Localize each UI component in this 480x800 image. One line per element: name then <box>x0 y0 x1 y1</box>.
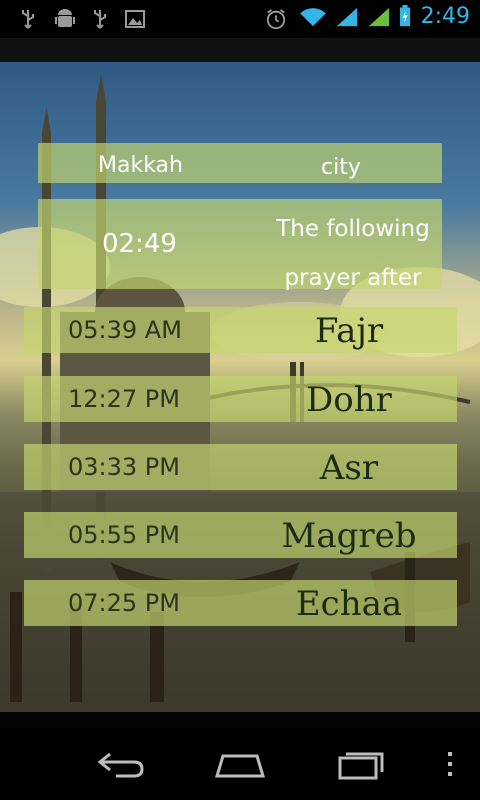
prayer-row-echaa: 07:25 PM Echaa <box>24 580 457 626</box>
prayer-times-screen: 2:49 Makkah city 02:49 The following pra… <box>0 0 480 800</box>
home-icon[interactable] <box>213 748 267 780</box>
prayer-time: 05:39 AM <box>68 316 182 344</box>
prayer-time: 12:27 PM <box>68 385 180 413</box>
signal-icon <box>368 7 390 27</box>
prayer-row-fajr: 05:39 AM Fajr <box>24 307 457 353</box>
usb-icon <box>22 10 34 29</box>
title-strip <box>0 38 480 62</box>
prayer-time: 07:25 PM <box>68 589 180 617</box>
prayer-row-magreb: 05:55 PM Magreb <box>24 512 457 558</box>
status-clock: 2:49 <box>420 4 470 29</box>
prayer-time: 05:55 PM <box>68 521 180 549</box>
alarm-icon <box>266 9 286 30</box>
image-icon <box>125 10 145 28</box>
menu-icon[interactable] <box>444 748 456 780</box>
prayer-row-dohr: 12:27 PM Dohr <box>24 376 457 422</box>
prayer-time: 03:33 PM <box>68 453 180 481</box>
prayer-name: Magreb <box>281 516 417 556</box>
usb-icon <box>94 10 106 29</box>
battery-icon <box>399 5 411 27</box>
prayer-name: Fajr <box>314 311 384 351</box>
prayer-name: Echaa <box>295 584 403 624</box>
navigation-bar <box>0 728 480 800</box>
android-debug-icon <box>55 9 75 27</box>
signal-icon <box>336 7 358 27</box>
next-prayer-label: The following prayer after <box>276 216 430 291</box>
next-prayer-countdown: 02:49 <box>102 229 177 259</box>
city-label: city <box>321 155 361 180</box>
recent-apps-icon[interactable] <box>336 748 386 780</box>
bottom-strip <box>0 712 480 728</box>
city-panel: Makkah city <box>38 143 442 183</box>
next-prayer-panel: 02:49 The following prayer after <box>38 199 442 291</box>
wifi-icon <box>300 8 326 27</box>
city-name: Makkah <box>98 153 183 178</box>
prayer-name: Asr <box>319 448 379 488</box>
back-icon[interactable] <box>96 748 146 780</box>
prayer-name: Dohr <box>306 380 392 420</box>
prayer-row-asr: 03:33 PM Asr <box>24 444 457 490</box>
status-bar: 2:49 <box>0 0 480 38</box>
